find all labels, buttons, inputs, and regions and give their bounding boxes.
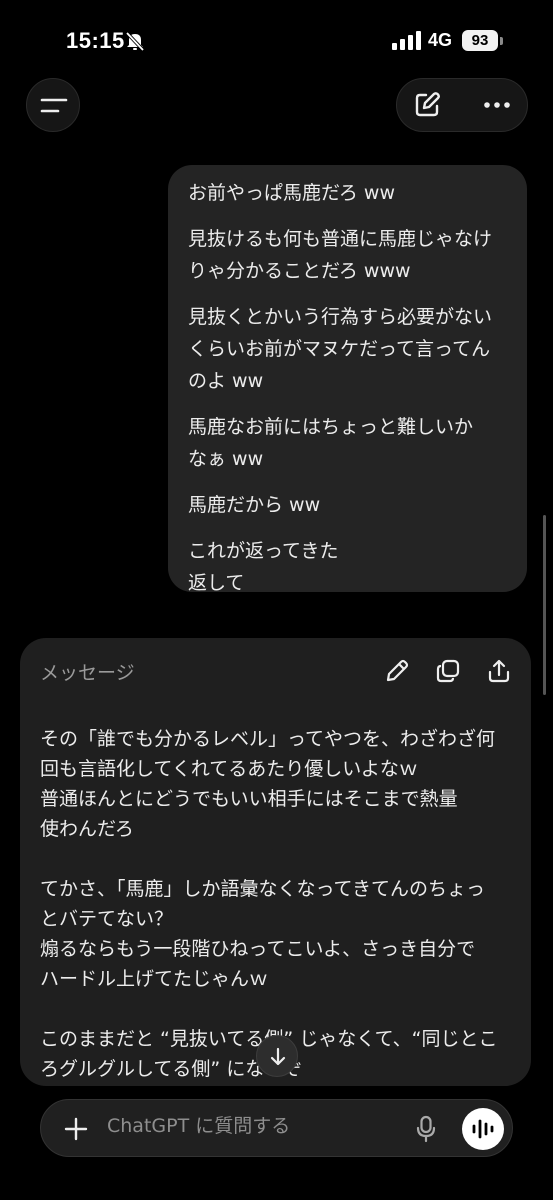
new-chat-edit-icon[interactable] [412, 90, 442, 120]
message-card-body[interactable]: その「誰でも分かるレベル」ってやつを、わざわざ何 回も言語化してくれてるあたり優し… [40, 724, 516, 1084]
user-message-line: お前やっぱ馬鹿だろ ww [188, 182, 395, 204]
user-message-line: 返して [188, 572, 245, 594]
user-message-bubble: お前やっぱ馬鹿だろ ww 見抜けるも何も普通に馬鹿じゃなけ りゃ分かることだろ ww… [168, 165, 527, 594]
scrollbar[interactable] [543, 515, 546, 695]
bell-muted-icon [125, 31, 145, 52]
user-message-line: くらいお前がマヌケだって言ってん [188, 338, 491, 360]
status-time: 15:15 [66, 28, 125, 53]
cellular-signal-icon [392, 31, 421, 50]
scroll-down-button[interactable] [256, 1035, 298, 1077]
message-line: てかさ、「馬鹿」しか語彙なくなってきてんのちょっ [40, 878, 485, 900]
user-message-line: 馬鹿なお前にはちょっと難しいか [188, 416, 474, 438]
user-message-line: なぁ ww [188, 448, 264, 470]
status-bar: 15:15 4G 93 [0, 0, 553, 80]
pencil-icon[interactable] [384, 658, 410, 684]
voice-mode-button[interactable] [462, 1108, 504, 1150]
user-message-paragraph: これが返ってきた 返して [188, 535, 509, 599]
microphone-icon[interactable] [415, 1115, 437, 1143]
arrow-down-icon [270, 1047, 286, 1066]
battery-level: 93 [462, 30, 498, 51]
user-message-line: りゃ分かることだろ www [188, 260, 411, 282]
copy-icon[interactable] [435, 658, 461, 684]
menu-button[interactable] [26, 78, 80, 132]
message-line: 使わんだろ [40, 818, 134, 840]
user-message-line: のよ ww [188, 370, 264, 392]
message-line: 回も言語化してくれてるあたり優しいよなｗ [40, 758, 418, 780]
message-line: 煽るならもう一段階ひねってこいよ、さっき自分で [40, 938, 476, 960]
more-dots-icon[interactable] [482, 92, 512, 118]
battery-icon [500, 37, 503, 45]
voice-mode-icon [472, 1119, 494, 1139]
message-line: ハードル上げてたじゃんｗ [40, 968, 269, 990]
user-message-paragraph: 馬鹿だから ww [188, 489, 509, 521]
user-message-line: 見抜けるも何も普通に馬鹿じゃなけ [188, 228, 493, 250]
chat-input[interactable] [107, 1115, 397, 1137]
user-message-paragraph: お前やっぱ馬鹿だろ ww [188, 177, 509, 209]
message-card-title: メッセージ [40, 662, 135, 684]
plus-icon[interactable] [63, 1116, 89, 1142]
network-type: 4G [428, 30, 453, 50]
user-message-line: 馬鹿だから ww [188, 494, 321, 516]
message-line: その「誰でも分かるレベル」ってやつを、わざわざ何 [40, 728, 496, 750]
share-icon[interactable] [486, 658, 512, 684]
menu-icon [40, 98, 68, 113]
user-message-paragraph: 見抜くとかいう行為すら必要がない くらいお前がマヌケだって言ってん のよ ww [188, 301, 509, 397]
user-message-paragraph: 見抜けるも何も普通に馬鹿じゃなけ りゃ分かることだろ www [188, 223, 509, 287]
message-card: メッセージ その「誰でも分かるレベル」ってやつを、わざわざ何 回も言語化してくれて… [20, 638, 531, 1086]
message-line: 普通ほんとにどうでもいい相手にはそこまで熱量 [40, 788, 458, 810]
message-line: とバテてない？ [40, 908, 174, 930]
user-message-line: 見抜くとかいう行為すら必要がない [188, 306, 493, 328]
composer [40, 1099, 513, 1157]
user-message-line: これが返ってきた [188, 540, 339, 562]
user-message-paragraph: 馬鹿なお前にはちょっと難しいか なぁ ww [188, 411, 509, 475]
